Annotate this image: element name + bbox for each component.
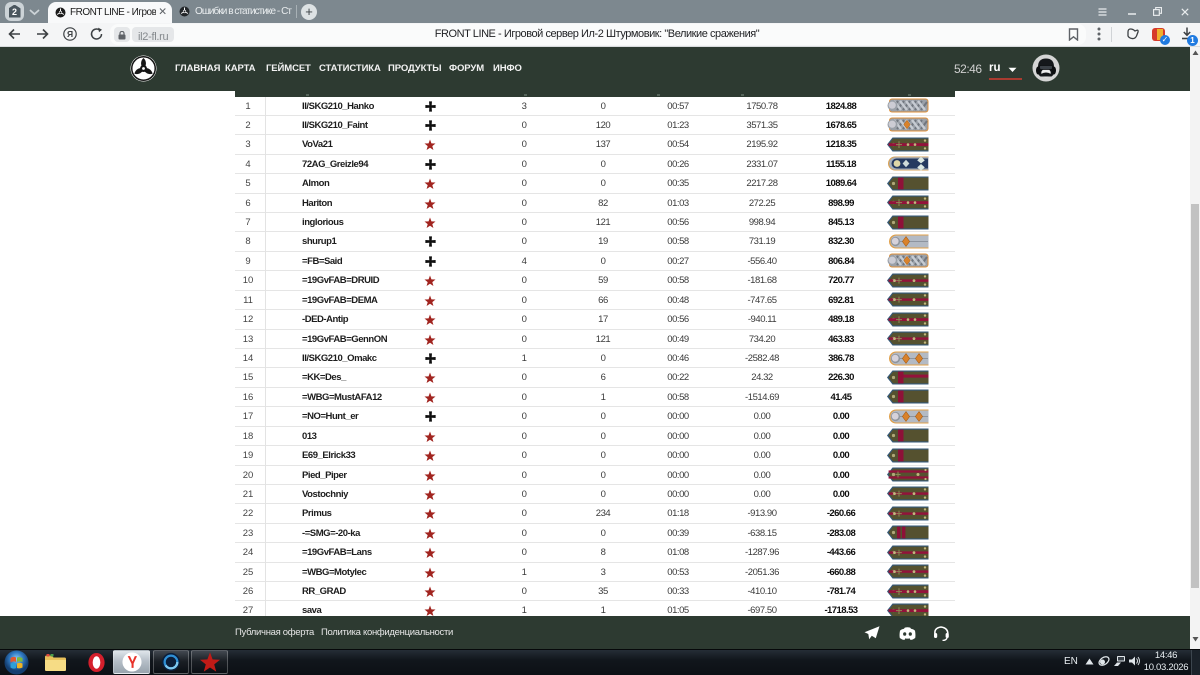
svg-text:Я: Я <box>67 29 73 39</box>
